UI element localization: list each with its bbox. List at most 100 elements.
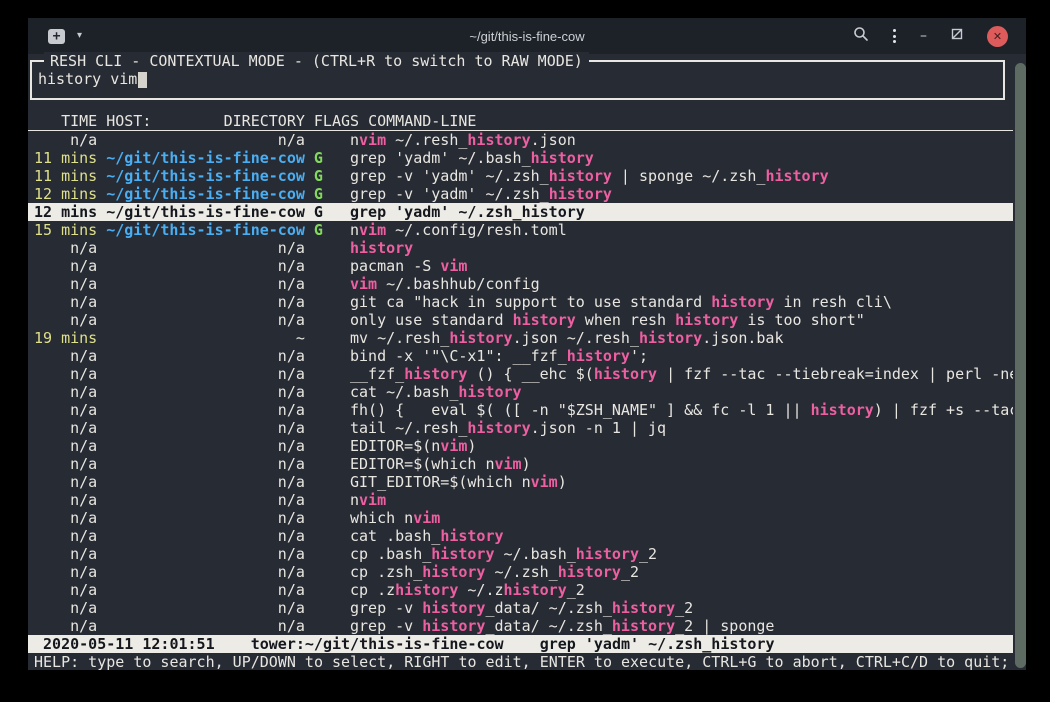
history-row[interactable]: n/a n/a cp .zhistory ~/.zhistory_2 (28, 581, 1013, 599)
row-flags (314, 383, 341, 401)
history-row[interactable]: n/an/abind -x '"\C-x1": __fzf_history'; (28, 347, 1013, 365)
row-directory: ~/git/this-is-fine-cow (106, 185, 305, 203)
history-row[interactable]: n/an/a__fzf_history () { __ehc $(history… (28, 365, 1013, 383)
row-directory: n/a (106, 347, 305, 365)
row-command: cp .zsh_history ~/.zsh_history_2 (350, 563, 1013, 581)
row-time: n/a (34, 419, 97, 437)
history-row[interactable]: n/an/apacman -S vim (28, 257, 1013, 275)
row-flags (314, 293, 341, 311)
row-time: n/a (34, 617, 97, 635)
titlebar: ~/git/this-is-fine-cow + ▾ – (28, 18, 1026, 54)
scrollbar[interactable] (1015, 63, 1026, 668)
row-directory: n/a (106, 491, 305, 509)
row-directory: ~/git/this-is-fine-cow (106, 167, 305, 185)
row-flags (314, 257, 341, 275)
history-row[interactable]: n/an/agrep -v history_data/ ~/.zsh_histo… (28, 599, 1013, 617)
row-command: EDITOR=$(nvim) (350, 437, 1013, 455)
row-time: n/a (34, 527, 97, 545)
search-button[interactable] (853, 26, 869, 47)
row-directory: ~/git/this-is-fine-cow (106, 149, 305, 167)
row-time: n/a (34, 491, 97, 509)
row-directory: n/a (106, 293, 305, 311)
row-directory: n/a (106, 383, 305, 401)
row-directory: n/a (106, 545, 305, 563)
history-row[interactable]: n/an/afh() { eval $( ([ -n "$ZSH_NAME" ]… (28, 401, 1013, 419)
history-row[interactable]: n/an/ahistory (28, 239, 1013, 257)
row-command: EDITOR=$(which nvim) (350, 455, 1013, 473)
row-command: fh() { eval $( ([ -n "$ZSH_NAME" ] && fc… (350, 401, 1013, 419)
history-rows: n/an/anvim ~/.resh_history.json11 mins~/… (28, 131, 1013, 635)
close-button[interactable]: ✕ (987, 26, 1008, 47)
row-command: __fzf_history () { __ehc $(history | fzf… (350, 365, 1013, 383)
row-time: n/a (34, 275, 97, 293)
history-row[interactable]: n/an/acat ~/.bash_history (28, 383, 1013, 401)
row-directory: n/a (106, 257, 305, 275)
row-directory: n/a (106, 581, 305, 599)
row-flags: G (314, 167, 341, 185)
menu-button[interactable] (893, 29, 896, 43)
row-command: only use standard history when resh hist… (350, 311, 1013, 329)
history-row[interactable]: n/an/acp .zsh_history ~/.zsh_history_2 (28, 563, 1013, 581)
row-command: grep 'yadm' ~/.bash_history (350, 149, 1013, 167)
history-row[interactable]: n/an/aGIT_EDITOR=$(which nvim) (28, 473, 1013, 491)
row-flags (314, 275, 341, 293)
history-row[interactable]: n/an/anvim (28, 491, 1013, 509)
history-row[interactable]: n/an/avim ~/.bashhub/config (28, 275, 1013, 293)
new-tab-button[interactable]: + (48, 29, 65, 44)
row-time: n/a (34, 239, 97, 257)
row-directory: n/a (106, 239, 305, 257)
row-command: cp .bash_history ~/.bash_history_2 (350, 545, 1013, 563)
history-row[interactable]: 11 mins~/git/this-is-fine-cowGgrep 'yadm… (28, 149, 1013, 167)
row-command: GIT_EDITOR=$(which nvim) (350, 473, 1013, 491)
history-row[interactable]: n/an/aonly use standard history when res… (28, 311, 1013, 329)
search-box: RESH CLI - CONTEXTUAL MODE - (CTRL+R to … (30, 60, 1005, 100)
history-row[interactable]: 19 mins~mv ~/.resh_history.json ~/.resh_… (28, 329, 1013, 347)
history-row[interactable]: n/an/atail ~/.resh_history.json -n 1 | j… (28, 419, 1013, 437)
history-row[interactable]: 12 mins~/git/this-is-fine-cowGgrep 'yadm… (28, 203, 1013, 221)
history-row[interactable]: n/an/awhich nvim (28, 509, 1013, 527)
row-time: 12 mins (34, 203, 97, 221)
row-flags (314, 437, 341, 455)
row-time: n/a (34, 581, 97, 599)
row-directory: n/a (106, 365, 305, 383)
row-command: vim ~/.bashhub/config (350, 275, 1013, 293)
row-flags (314, 527, 341, 545)
history-row[interactable]: n/an/acp .bash_history ~/.bash_history_2 (28, 545, 1013, 563)
history-row[interactable]: 15 mins~/git/this-is-fine-cowGnvim ~/.co… (28, 221, 1013, 239)
row-time: n/a (34, 131, 97, 149)
row-flags: G (314, 203, 341, 221)
row-directory: n/a (106, 527, 305, 545)
row-time: n/a (34, 509, 97, 527)
row-flags (314, 617, 341, 635)
row-time: 19 mins (34, 329, 97, 347)
row-directory: n/a (106, 437, 305, 455)
history-row[interactable]: n/an/aEDITOR=$(which nvim) (28, 455, 1013, 473)
header-flags: FLAGS (314, 112, 359, 130)
row-command: cat .bash_history (350, 527, 1013, 545)
history-row[interactable]: n/an/anvim ~/.resh_history.json (28, 131, 1013, 149)
row-directory: n/a (106, 617, 305, 635)
row-command: cp .zhistory ~/.zhistory_2 (350, 581, 1013, 599)
new-tab-dropdown-button[interactable]: ▾ (77, 31, 82, 41)
help-line: HELP: type to search, UP/DOWN to select,… (28, 653, 1013, 671)
row-time: n/a (34, 563, 97, 581)
history-row[interactable]: n/an/agrep -v history_data/ ~/.zsh_histo… (28, 617, 1013, 635)
row-command: grep 'yadm' ~/.zsh_history (350, 203, 1013, 221)
row-command: nvim ~/.config/resh.toml (350, 221, 1013, 239)
minimize-button[interactable]: – (920, 29, 927, 43)
row-time: n/a (34, 437, 97, 455)
history-row[interactable]: 11 mins~/git/this-is-fine-cowGgrep -v 'y… (28, 167, 1013, 185)
row-time: n/a (34, 293, 97, 311)
restore-button[interactable] (951, 27, 963, 45)
row-flags: G (314, 149, 341, 167)
header-host: HOST: (106, 112, 151, 130)
row-time: 15 mins (34, 221, 97, 239)
text-cursor (138, 72, 147, 88)
row-time: n/a (34, 311, 97, 329)
header-command: COMMAND-LINE (368, 112, 1013, 130)
history-row[interactable]: n/an/agit ca "hack in support to use sta… (28, 293, 1013, 311)
history-row[interactable]: 12 mins~/git/this-is-fine-cowGgrep -v 'y… (28, 185, 1013, 203)
history-row[interactable]: n/a n/a EDITOR=$(nvim) (28, 437, 1013, 455)
row-command: grep -v history_data/ ~/.zsh_history_2 (350, 599, 1013, 617)
history-row[interactable]: n/a n/a cat .bash_history (28, 527, 1013, 545)
